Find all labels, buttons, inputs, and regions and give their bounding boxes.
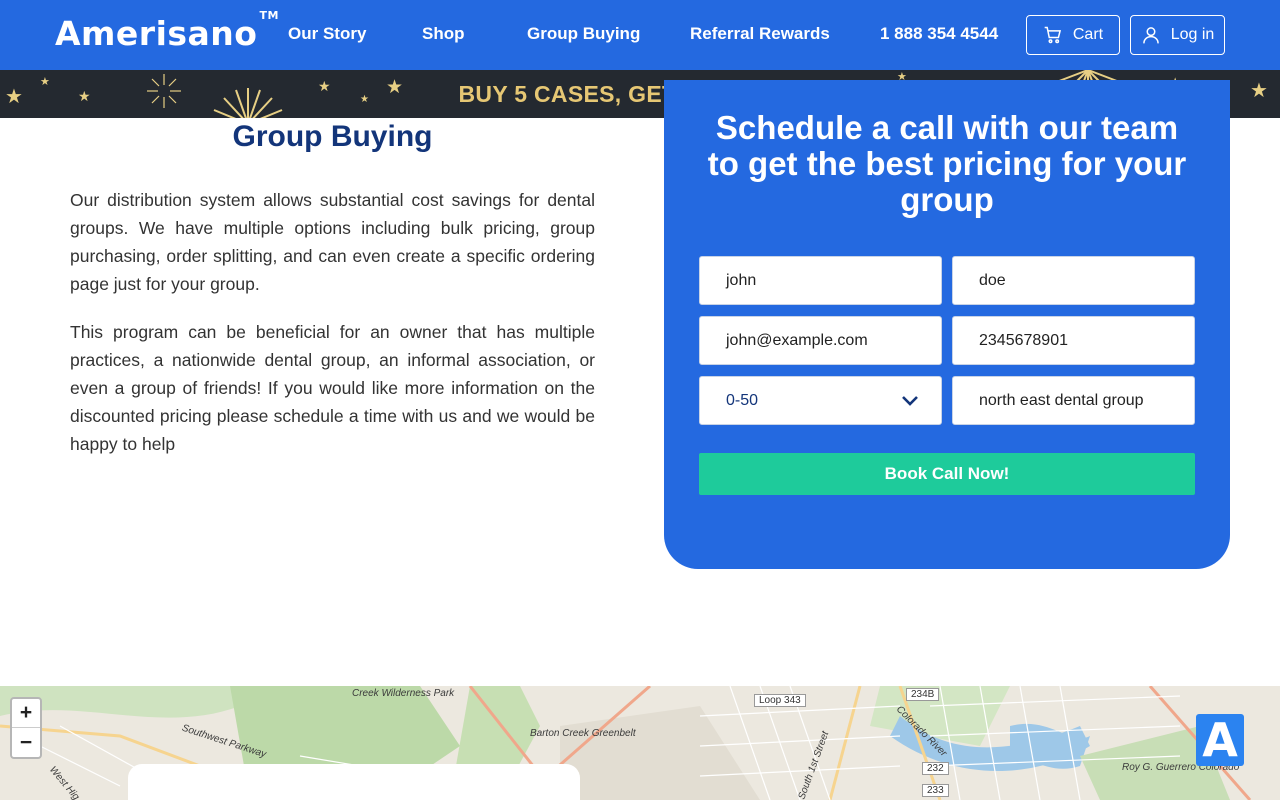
road-badge: 232 bbox=[922, 762, 949, 775]
road-badge: 233 bbox=[922, 784, 949, 797]
group-name-field[interactable]: north east dental group bbox=[952, 376, 1195, 425]
form-title: Schedule a call with our team to get the… bbox=[707, 109, 1187, 218]
login-label: Log in bbox=[1170, 26, 1215, 43]
map-label: Barton Creek Greenbelt bbox=[530, 728, 636, 739]
user-icon bbox=[1142, 27, 1159, 44]
nav-referral-rewards[interactable]: Referral Rewards bbox=[690, 24, 830, 44]
site-header: Amerisano TM Our Story Shop Group Buying … bbox=[0, 0, 1280, 70]
nav-our-story[interactable]: Our Story bbox=[288, 24, 366, 44]
location-map[interactable]: + − Creek Wilderness Park Southwest Park… bbox=[0, 686, 1280, 800]
phone-field[interactable]: 2345678901 bbox=[952, 316, 1195, 365]
group-size-value: 0-50 bbox=[726, 391, 759, 409]
first-name-field[interactable]: john bbox=[699, 256, 942, 305]
road-badge: Loop 343 bbox=[754, 694, 806, 707]
book-call-button[interactable]: Book Call Now! bbox=[699, 453, 1195, 495]
login-button[interactable]: Log in bbox=[1130, 15, 1225, 55]
program-paragraph: This program can be beneficial for an ow… bbox=[70, 322, 595, 454]
star-icon: ★ bbox=[1250, 80, 1268, 102]
map-info-card bbox=[128, 764, 580, 800]
nav-group-buying[interactable]: Group Buying bbox=[527, 24, 640, 44]
cart-button[interactable]: Cart bbox=[1026, 15, 1120, 55]
last-name-field[interactable]: doe bbox=[952, 256, 1195, 305]
chevron-down-icon bbox=[902, 395, 918, 406]
intro-paragraph: Our distribution system allows substanti… bbox=[70, 190, 595, 294]
map-label: Creek Wilderness Park bbox=[352, 688, 455, 699]
accessibility-widget-button[interactable]: A bbox=[1196, 713, 1244, 767]
amerisano-logo[interactable]: Amerisano TM bbox=[55, 9, 279, 53]
nav-shop[interactable]: Shop bbox=[422, 24, 465, 44]
cart-label: Cart bbox=[1072, 26, 1104, 43]
map-zoom-control: + − bbox=[10, 697, 42, 759]
group-size-select[interactable]: 0-50 bbox=[699, 376, 942, 425]
phone-number-link[interactable]: 1 888 354 4544 bbox=[880, 24, 998, 44]
road-badge: 234B bbox=[906, 688, 940, 701]
page-title: Group Buying bbox=[232, 120, 433, 153]
zoom-out-button[interactable]: − bbox=[12, 728, 40, 757]
cart-icon bbox=[1044, 26, 1061, 44]
email-field[interactable]: john@example.com bbox=[699, 316, 942, 365]
zoom-in-button[interactable]: + bbox=[12, 699, 40, 728]
